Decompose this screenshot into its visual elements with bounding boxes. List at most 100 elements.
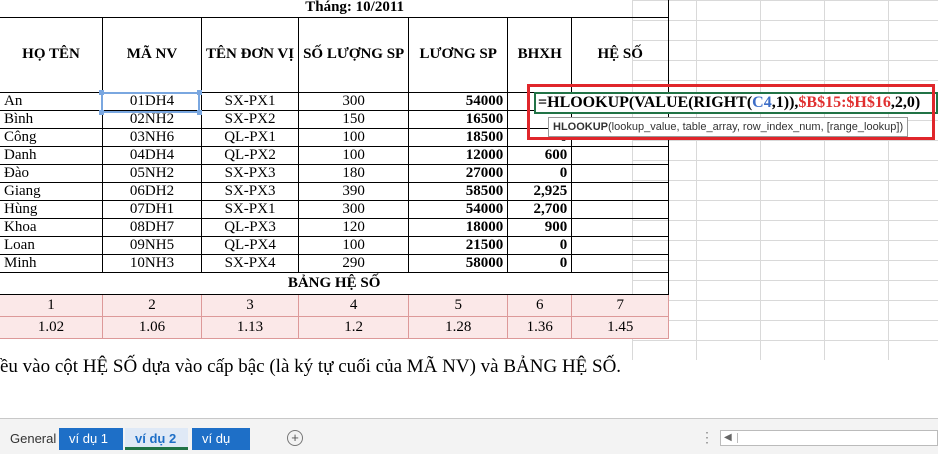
table-row[interactable]: Hùng 07DH1 SX-PX1 300 54000 2,700 — [0, 199, 670, 219]
cell-unit[interactable]: QL-PX1 — [200, 127, 300, 147]
coef-value-cell[interactable]: 1.02 — [0, 315, 103, 339]
cell-bhxh[interactable]: 0 — [507, 253, 573, 273]
cell-code[interactable]: 07DH1 — [102, 199, 202, 219]
cell-unit[interactable]: SX-PX1 — [200, 91, 300, 111]
coef-level-cell[interactable]: 1 — [0, 293, 103, 317]
tab-vi-du-1[interactable]: ví dụ 1 — [59, 428, 123, 450]
cell-salary[interactable]: 16500 — [408, 109, 509, 129]
cell-qty[interactable]: 390 — [298, 181, 410, 201]
cell-qty[interactable]: 300 — [298, 199, 410, 219]
coef-level-cell[interactable]: 2 — [102, 293, 202, 317]
coef-level-cell[interactable]: 3 — [200, 293, 300, 317]
cell-name[interactable]: Giang — [0, 181, 103, 201]
header-unit[interactable]: TÊN ĐƠN VỊ — [200, 16, 300, 93]
coef-level-cell[interactable]: 4 — [298, 293, 410, 317]
cell-salary[interactable]: 12000 — [408, 145, 509, 165]
header-code[interactable]: MÃ NV — [102, 16, 202, 93]
table-row[interactable]: Khoa 08DH7 QL-PX3 120 18000 900 — [0, 217, 670, 237]
cell-bhxh[interactable]: 900 — [507, 217, 573, 237]
table-row[interactable]: Loan 09NH5 QL-PX4 100 21500 0 — [0, 235, 670, 255]
cell-name[interactable]: Khoa — [0, 217, 103, 237]
cell-qty[interactable]: 120 — [298, 217, 410, 237]
selected-cell-c4[interactable] — [99, 90, 202, 115]
cell-bhxh[interactable]: 2,700 — [507, 199, 573, 219]
header-bhxh[interactable]: BHXH — [507, 16, 573, 93]
cell-name[interactable]: Đào — [0, 163, 103, 183]
coef-level-cell[interactable]: 5 — [408, 293, 509, 317]
table-row[interactable]: Giang 06DH2 SX-PX3 390 58500 2,925 — [0, 181, 670, 201]
coef-value-cell[interactable]: 1.28 — [408, 315, 509, 339]
cell-qty[interactable]: 100 — [298, 127, 410, 147]
function-tooltip[interactable]: HLOOKUP(lookup_value, table_array, row_i… — [548, 117, 909, 137]
cell-name[interactable]: Loan — [0, 235, 103, 255]
table-row[interactable]: Đào 05NH2 SX-PX3 180 27000 0 — [0, 163, 670, 183]
formula-edit-cell[interactable]: =HLOOKUP(VALUE(RIGHT(C4,1)),$B$15:$H$16,… — [534, 92, 938, 114]
cell-bhxh[interactable]: 600 — [507, 145, 573, 165]
cell-qty[interactable]: 100 — [298, 145, 410, 165]
cell-unit[interactable]: QL-PX2 — [200, 145, 300, 165]
coef-level-cell[interactable]: 6 — [507, 293, 573, 317]
coef-value-cell[interactable]: 1.2 — [298, 315, 410, 339]
cell-coef[interactable] — [571, 217, 670, 237]
cell-unit[interactable]: SX-PX4 — [200, 253, 300, 273]
coef-value-cell[interactable]: 1.45 — [571, 315, 670, 339]
cell-unit[interactable]: SX-PX2 — [200, 109, 300, 129]
cell-salary[interactable]: 54000 — [408, 91, 509, 111]
header-name[interactable]: HỌ TÊN — [0, 16, 103, 93]
cell-coef[interactable] — [571, 235, 670, 255]
cell-code[interactable]: 06DH2 — [102, 181, 202, 201]
spreadsheet-area[interactable]: Tháng: 10/2011 HỌ TÊN MÃ NV TÊN ĐƠN VỊ S… — [0, 0, 938, 418]
cell-qty[interactable]: 290 — [298, 253, 410, 273]
add-sheet-icon[interactable]: + — [287, 430, 303, 446]
header-salary[interactable]: LƯƠNG SP — [408, 16, 509, 93]
cell-salary[interactable]: 18000 — [408, 217, 509, 237]
cell-code[interactable]: 05NH2 — [102, 163, 202, 183]
horizontal-scrollbar[interactable]: ◀ — [720, 430, 938, 446]
cell-code[interactable]: 09NH5 — [102, 235, 202, 255]
cell-unit[interactable]: QL-PX3 — [200, 217, 300, 237]
table-row[interactable]: Minh 10NH3 SX-PX4 290 58000 0 — [0, 253, 670, 273]
cell-qty[interactable]: 300 — [298, 91, 410, 111]
cell-code[interactable]: 08DH7 — [102, 217, 202, 237]
cell-salary[interactable]: 54000 — [408, 199, 509, 219]
coef-value-cell[interactable]: 1.13 — [200, 315, 300, 339]
cell-salary[interactable]: 27000 — [408, 163, 509, 183]
cell-unit[interactable]: QL-PX4 — [200, 235, 300, 255]
cell-bhxh[interactable]: 0 — [507, 235, 573, 255]
cell-name[interactable]: An — [0, 91, 103, 111]
cell-bhxh[interactable]: 0 — [507, 163, 573, 183]
header-coef[interactable]: HỆ SỐ — [571, 16, 670, 93]
cell-coef[interactable] — [571, 199, 670, 219]
tab-general[interactable]: General — [0, 428, 66, 450]
cell-coef[interactable] — [571, 253, 670, 273]
table-row[interactable]: Danh 04DH4 QL-PX2 100 12000 600 — [0, 145, 670, 165]
cell-salary[interactable]: 58000 — [408, 253, 509, 273]
cell-code[interactable]: 10NH3 — [102, 253, 202, 273]
cell-coef[interactable] — [571, 145, 670, 165]
coef-value-cell[interactable]: 1.06 — [102, 315, 202, 339]
scroll-thumb[interactable] — [737, 433, 928, 443]
scroll-left-icon[interactable]: ◀ — [724, 432, 732, 443]
tab-vi-du-3[interactable]: ví dụ 3 — [192, 428, 250, 468]
cell-unit[interactable]: SX-PX3 — [200, 163, 300, 183]
cell-unit[interactable]: SX-PX3 — [200, 181, 300, 201]
cell-name[interactable]: Bình — [0, 109, 103, 129]
coef-level-cell[interactable]: 7 — [571, 293, 670, 317]
cell-name[interactable]: Danh — [0, 145, 103, 165]
cell-salary[interactable]: 18500 — [408, 127, 509, 147]
cell-salary[interactable]: 58500 — [408, 181, 509, 201]
cell-salary[interactable]: 21500 — [408, 235, 509, 255]
cell-name[interactable]: Hùng — [0, 199, 103, 219]
cell-name[interactable]: Công — [0, 127, 103, 147]
cell-qty[interactable]: 100 — [298, 235, 410, 255]
cell-qty[interactable]: 150 — [298, 109, 410, 129]
header-qty[interactable]: SỐ LƯỢNG SP — [298, 16, 410, 93]
cell-code[interactable]: 04DH4 — [102, 145, 202, 165]
cell-name[interactable]: Minh — [0, 253, 103, 273]
coef-value-cell[interactable]: 1.36 — [507, 315, 573, 339]
coef-table-title[interactable]: BẢNG HỆ SỐ — [0, 272, 670, 295]
more-options-icon[interactable]: ⋮ — [700, 429, 714, 446]
cell-qty[interactable]: 180 — [298, 163, 410, 183]
cell-unit[interactable]: SX-PX1 — [200, 199, 300, 219]
cell-coef[interactable] — [571, 163, 670, 183]
